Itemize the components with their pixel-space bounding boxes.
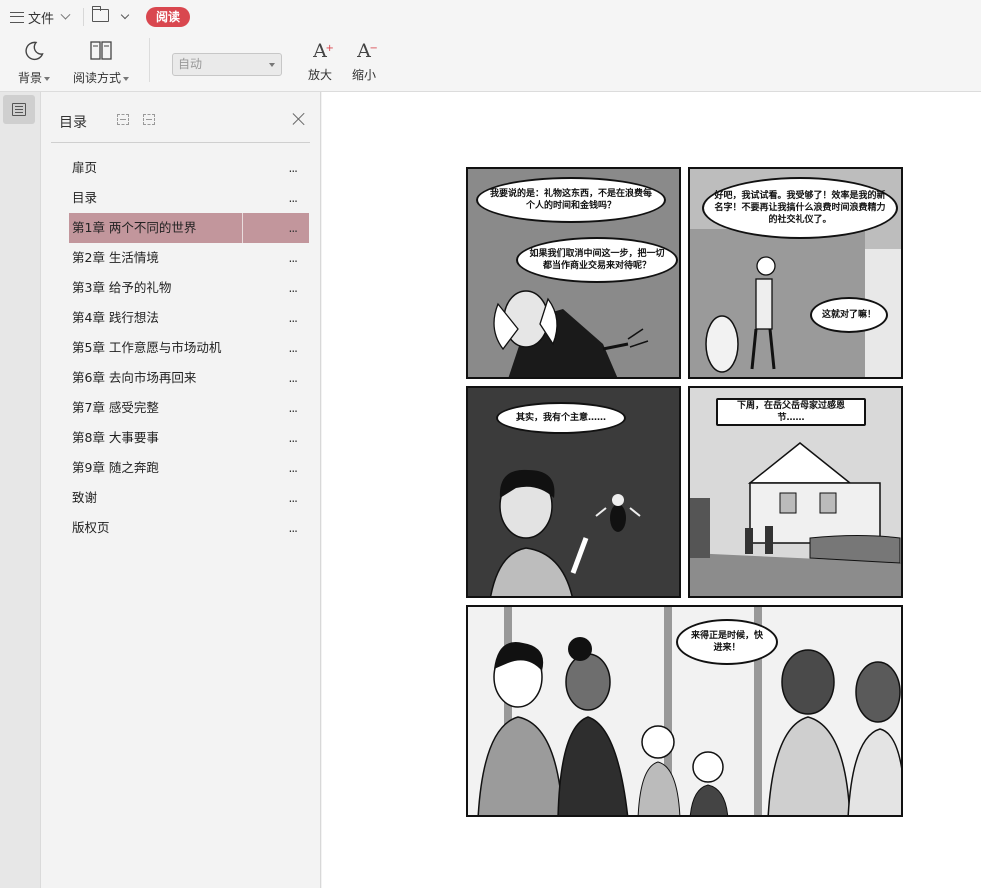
document-viewer[interactable]: 我要说的是：礼物这东西，不是在浪费每个人的时间和金钱吗？ 如果我们取消中间这一步… [322,92,981,888]
speech-bubble: 来得正是时候，快进来！ [676,619,778,665]
speech-bubble: 其实，我有个主意…… [496,402,626,434]
font-shrink-icon: A − [357,40,378,62]
moon-icon [25,41,44,61]
file-menu-button[interactable]: 文件 [10,6,71,28]
more-options-icon[interactable]: ... [289,243,299,273]
toc-item-label: 致谢 [72,490,98,505]
collapse-all-icon[interactable] [143,114,155,125]
toc-list: 扉页... 目录... 第1章 两个不同的世界... 第2章 生活情境... 第3章 给… [69,153,309,543]
more-options-icon[interactable]: ... [289,213,299,243]
toc-toggle-button[interactable] [3,95,35,124]
read-mode-label: 阅读方式 [72,71,121,85]
comic-page: 我要说的是：礼物这东西，不是在浪费每个人的时间和金钱吗？ 如果我们取消中间这一步… [466,167,904,817]
book-icon [90,41,112,60]
toc-item[interactable]: 第2章 生活情境... [69,243,309,273]
more-options-icon[interactable]: ... [289,393,299,423]
toc-item[interactable]: 第4章 践行想法... [69,303,309,333]
toc-item[interactable]: 第9章 随之奔跑... [69,453,309,483]
toc-item-label: 第3章 给予的礼物 [72,280,172,295]
toc-item[interactable]: 版权页... [69,513,309,543]
toc-header: 目录 [51,92,310,143]
side-rail [0,92,41,888]
chevron-down-icon [60,9,71,20]
toc-item-label: 第5章 工作意愿与市场动机 [72,340,222,355]
toc-item[interactable]: 目录... [69,183,309,213]
read-mode-badge[interactable]: 阅读 [146,7,190,27]
expand-all-icon[interactable] [117,114,129,125]
chevron-down-icon[interactable] [120,10,130,20]
zoom-out-label: 缩小 [351,68,376,82]
more-options-icon[interactable]: ... [289,333,299,363]
caret-down-icon [44,76,50,81]
toc-item[interactable]: 致谢... [69,483,309,513]
toolbar: 文件 阅读 背景 阅读方式 自动 A + 放大 A − 缩小 [0,0,981,92]
toc-item-label: 第8章 大事要事 [72,430,159,445]
read-mode-button[interactable]: 阅读方式 [70,40,132,86]
more-options-icon[interactable]: ... [289,153,299,183]
caption-box: 下周，在岳父岳母家过感恩节…… [716,398,866,426]
comic-panel-1: 我要说的是：礼物这东西，不是在浪费每个人的时间和金钱吗？ 如果我们取消中间这一步… [466,167,681,379]
divider [149,38,150,82]
more-options-icon[interactable]: ... [289,273,299,303]
comic-panel-4: 下周，在岳父岳母家过感恩节…… [688,386,903,598]
toc-item-label: 版权页 [72,520,110,535]
more-options-icon[interactable]: ... [289,483,299,513]
toc-item-label: 第4章 践行想法 [72,310,159,325]
font-enlarge-icon: A + [313,40,334,62]
page-mode-value: 自动 [178,57,203,71]
more-options-icon[interactable]: ... [289,303,299,333]
toc-item[interactable]: 第3章 给予的礼物... [69,273,309,303]
caret-down-icon [269,63,275,67]
toc-item[interactable]: 扉页... [69,153,309,183]
speech-bubble: 好吧，我试试看。我受够了！效率是我的新名字！不要再让我搞什么浪费时间浪费精力的社… [702,177,898,239]
close-icon[interactable] [292,112,306,126]
toc-panel: 目录 扉页... 目录... 第1章 两个不同的世界... 第2章 生活情境... 第3… [41,92,321,888]
toc-item-label: 目录 [72,190,98,205]
speech-bubble: 这就对了嘛！ [810,297,888,333]
zoom-out-button[interactable]: A − 缩小 [348,40,380,83]
toc-item-label: 扉页 [72,160,98,175]
comic-panel-2: 好吧，我试试看。我受够了！效率是我的新名字！不要再让我搞什么浪费时间浪费精力的社… [688,167,903,379]
background-button[interactable]: 背景 [14,40,54,86]
toc-item[interactable]: 第1章 两个不同的世界... [69,213,309,243]
more-options-icon[interactable]: ... [289,363,299,393]
speech-bubble: 如果我们取消中间这一步，把一切都当作商业交易来对待呢？ [516,237,678,283]
file-menu-label: 文件 [28,11,55,27]
toc-item-label: 第1章 两个不同的世界 [72,220,197,235]
background-label: 背景 [17,71,42,85]
comic-panel-5: 来得正是时候，快进来！ [466,605,903,817]
toc-item[interactable]: 第8章 大事要事... [69,423,309,453]
divider [83,8,84,26]
more-options-icon[interactable]: ... [289,183,299,213]
toc-item[interactable]: 第7章 感受完整... [69,393,309,423]
menu-icon [10,11,24,23]
list-icon [12,103,26,116]
more-options-icon[interactable]: ... [289,423,299,453]
speech-bubble: 我要说的是：礼物这东西，不是在浪费每个人的时间和金钱吗？ [476,177,666,223]
toc-item[interactable]: 第6章 去向市场再回来... [69,363,309,393]
zoom-in-button[interactable]: A + 放大 [304,40,336,83]
open-folder-icon[interactable] [91,6,109,22]
more-options-icon[interactable]: ... [289,453,299,483]
toc-item-label: 第7章 感受完整 [72,400,159,415]
zoom-in-label: 放大 [307,68,332,82]
comic-panel-3: 其实，我有个主意…… [466,386,681,598]
page-mode-select[interactable]: 自动 [172,53,282,76]
more-options-icon[interactable]: ... [289,513,299,543]
toc-item-label: 第9章 随之奔跑 [72,460,159,475]
toc-title: 目录 [59,115,87,131]
toc-item[interactable]: 第5章 工作意愿与市场动机... [69,333,309,363]
toc-item-label: 第2章 生活情境 [72,250,159,265]
toc-item-label: 第6章 去向市场再回来 [72,370,197,385]
caret-down-icon [123,76,129,81]
